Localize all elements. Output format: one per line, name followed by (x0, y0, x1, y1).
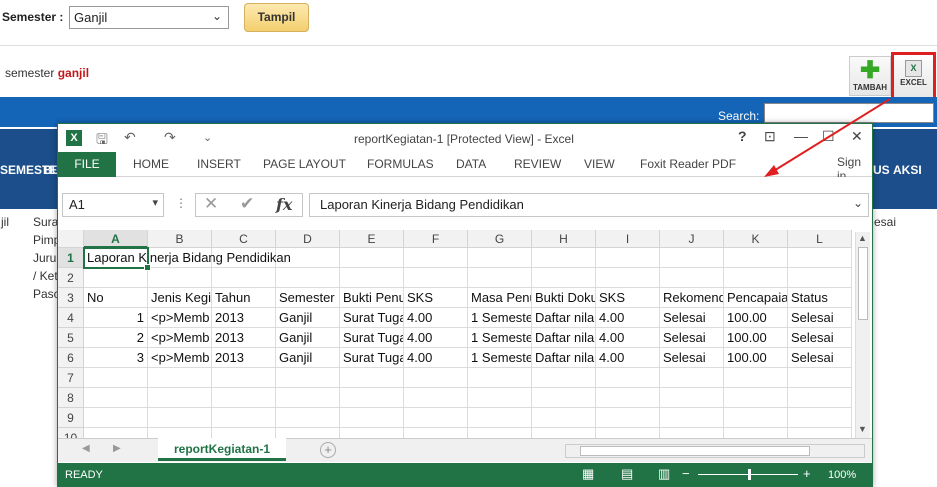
title-cell[interactable]: Laporan Kinerja Bidang Pendidikan (84, 248, 294, 268)
red-arrow-icon (764, 98, 891, 177)
